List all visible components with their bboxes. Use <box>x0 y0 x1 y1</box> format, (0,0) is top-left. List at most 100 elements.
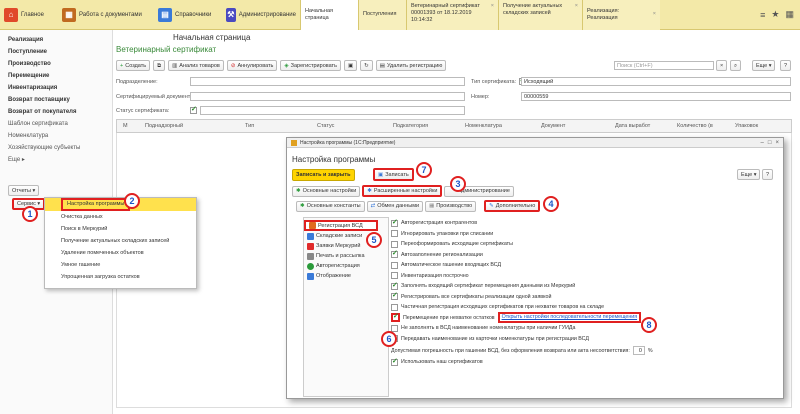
nav-item-cert-template[interactable]: Шаблон сертификата <box>0 118 112 130</box>
nav-item-transfer[interactable]: Перемещение <box>0 70 112 82</box>
number-field[interactable]: 00000559 <box>521 92 791 101</box>
option-checkbox[interactable] <box>391 303 398 311</box>
tab-basic-settings[interactable]: ✱ Основные настройки <box>292 185 361 197</box>
status-checkbox[interactable] <box>190 105 197 114</box>
help-button[interactable]: ? <box>780 60 792 71</box>
nav-item-receipts[interactable]: Поступление <box>0 46 112 58</box>
option-row[interactable]: Регистрировать все сертификаты реализаци… <box>391 291 779 303</box>
dialog-help-button[interactable]: ? <box>762 169 774 180</box>
tab-sale[interactable]: Реализация: Реализация × <box>582 0 660 30</box>
column-header[interactable]: Тип <box>245 123 254 129</box>
tolerance-field[interactable]: 0 <box>632 346 645 355</box>
option-row[interactable]: Частичная регистрация исходящих сертифик… <box>391 302 779 313</box>
tab-additional[interactable]: ✎ Дополнительно <box>484 200 541 212</box>
nav-item-nomenclature[interactable]: Номенклатура <box>0 130 112 142</box>
tab-stock-records[interactable]: Получение актуальных складских записей × <box>498 0 582 30</box>
nav-item-entities[interactable]: Хозяйствующие субъекты <box>0 142 112 154</box>
menu-item-clear-data[interactable]: Очистка данных <box>45 211 196 223</box>
certified-doc-field[interactable] <box>190 92 465 101</box>
section-admin[interactable]: ⚒ Администрирование <box>222 0 300 30</box>
menu-item-simple-load[interactable]: Упрощенная загрузка остатков <box>45 271 196 283</box>
option-row[interactable]: Автозаполнение регионализации <box>391 249 779 261</box>
nav-item-production[interactable]: Производство <box>0 58 112 70</box>
close-icon[interactable]: × <box>575 3 578 10</box>
option-row[interactable]: Не заполнять в ВСД наименование номенкла… <box>391 323 779 334</box>
menu-item-settings[interactable]: Настройка программы <box>45 198 196 211</box>
option-checkbox[interactable] <box>391 230 398 238</box>
column-header[interactable]: Документ <box>541 123 565 129</box>
cert-type-field[interactable]: Исходящий <box>521 77 791 86</box>
option-checkbox[interactable] <box>391 261 398 269</box>
sidebar-item-print[interactable]: Печать и рассылка <box>304 251 388 261</box>
column-header[interactable]: Упаковок <box>735 123 758 129</box>
option-row[interactable]: Заполнять входящий сертификат перемещени… <box>391 281 779 292</box>
tab-production[interactable]: ▦ Производство <box>425 200 477 212</box>
nav-item-return-customer[interactable]: Возврат от покупателя <box>0 106 112 118</box>
create-button[interactable]: + Создать <box>116 60 151 71</box>
section-main[interactable]: ⌂ Главное <box>0 0 58 30</box>
tab-home[interactable]: Начальная страница <box>300 0 358 30</box>
nav-item-inventory[interactable]: Инвентаризация <box>0 82 112 94</box>
subdivision-field[interactable] <box>190 77 465 86</box>
close-icon[interactable]: × <box>491 3 494 10</box>
register-button[interactable]: ◈ Зарегистрировать <box>280 60 341 71</box>
tab-receipts[interactable]: Поступления <box>358 0 406 30</box>
copy-button[interactable]: ⧉ <box>153 60 166 71</box>
option-checkbox[interactable] <box>391 249 398 259</box>
section-documents[interactable]: ▦ Работа с документами <box>58 0 154 30</box>
search-button[interactable]: ⌕ <box>730 60 742 71</box>
annul-button[interactable]: ⊘ Аннулировать <box>226 60 278 71</box>
column-header[interactable]: Номенклатура <box>465 123 502 129</box>
menu-item-stock-records[interactable]: Получение актуальных складских записей <box>45 235 196 247</box>
option-row[interactable]: Авторегистрация контрагентов <box>391 218 779 229</box>
menu-icon[interactable]: ≡ <box>760 10 765 20</box>
column-header[interactable]: Подкатегория <box>393 123 428 129</box>
nav-item-sales[interactable]: Реализация <box>0 34 112 46</box>
column-header[interactable]: М <box>123 123 128 129</box>
column-header[interactable]: Поднадзорный <box>145 123 183 129</box>
option-row[interactable]: Инвентаризация построчно <box>391 271 779 282</box>
option-checkbox[interactable] <box>391 312 400 323</box>
reports-button[interactable]: Отчеты ▾ <box>8 185 40 196</box>
menu-item-delete-marked[interactable]: Удаление помеченных объектов <box>45 247 196 259</box>
option-checkbox[interactable] <box>391 281 398 290</box>
dialog-more-button[interactable]: Еще ▾ <box>737 169 761 180</box>
print-button[interactable]: ▣ <box>343 60 358 71</box>
option-row[interactable]: Игнорировать упаковки при списании <box>391 229 779 240</box>
analyze-button[interactable]: ▥ Анализ товаров <box>168 60 224 71</box>
column-header[interactable]: Статус <box>317 123 334 129</box>
save-close-button[interactable]: Записать и закрыть <box>292 169 355 181</box>
option-row[interactable]: Передавать наименование из карточки номе… <box>391 334 779 345</box>
tab-exchange[interactable]: ⇄ Обмен данными <box>366 200 424 212</box>
save-button[interactable]: ▣ Записать <box>373 168 414 181</box>
use-our-certs-checkbox[interactable] <box>391 357 398 366</box>
option-checkbox[interactable] <box>391 272 398 280</box>
sidebar-item-display[interactable]: Отображение <box>304 271 388 281</box>
column-header[interactable]: Количество (в <box>677 123 713 129</box>
option-row[interactable]: Перемещение при нехватке остатковОткрыть… <box>391 312 779 324</box>
tab-constants[interactable]: ✱ Основные константы <box>296 200 365 212</box>
menu-item-smart-cancel[interactable]: Умное гашение <box>45 259 196 271</box>
nav-item-return-supplier[interactable]: Возврат поставщику <box>0 94 112 106</box>
more-button[interactable]: Еще ▾ <box>752 60 776 71</box>
sidebar-item-vsd-registration[interactable]: Регистрация ВСД <box>304 220 378 231</box>
sidebar-item-autoreg[interactable]: Авторегистрация <box>304 261 388 271</box>
transfer-settings-link[interactable]: Открыть настройки последовательности пер… <box>497 312 642 324</box>
minimize-icon[interactable]: – <box>761 140 764 146</box>
column-header[interactable]: Дата выработ <box>615 123 650 129</box>
delete-reg-button[interactable]: ▤ Удалить регистрацию <box>375 60 447 71</box>
option-checkbox[interactable] <box>391 240 398 248</box>
close-icon[interactable]: × <box>775 140 779 146</box>
close-icon[interactable]: × <box>653 11 656 18</box>
tab-advanced-settings[interactable]: ✱ Расширенные настройки <box>362 185 443 197</box>
search-input[interactable]: Поиск (Ctrl+F) <box>614 61 714 70</box>
option-row[interactable]: Использовать наш сертификатов <box>391 357 779 368</box>
grid-icon[interactable]: ▦ <box>785 9 794 20</box>
section-catalogs[interactable]: ▤ Справочники <box>154 0 222 30</box>
status-field[interactable] <box>200 106 465 115</box>
option-row[interactable]: Переоформировать исходящие сертификаты <box>391 239 779 250</box>
nav-item-more[interactable]: Еще ▸ <box>0 154 112 166</box>
option-checkbox[interactable] <box>391 218 398 227</box>
search-clear[interactable]: × <box>716 60 728 71</box>
option-checkbox[interactable] <box>391 291 398 301</box>
